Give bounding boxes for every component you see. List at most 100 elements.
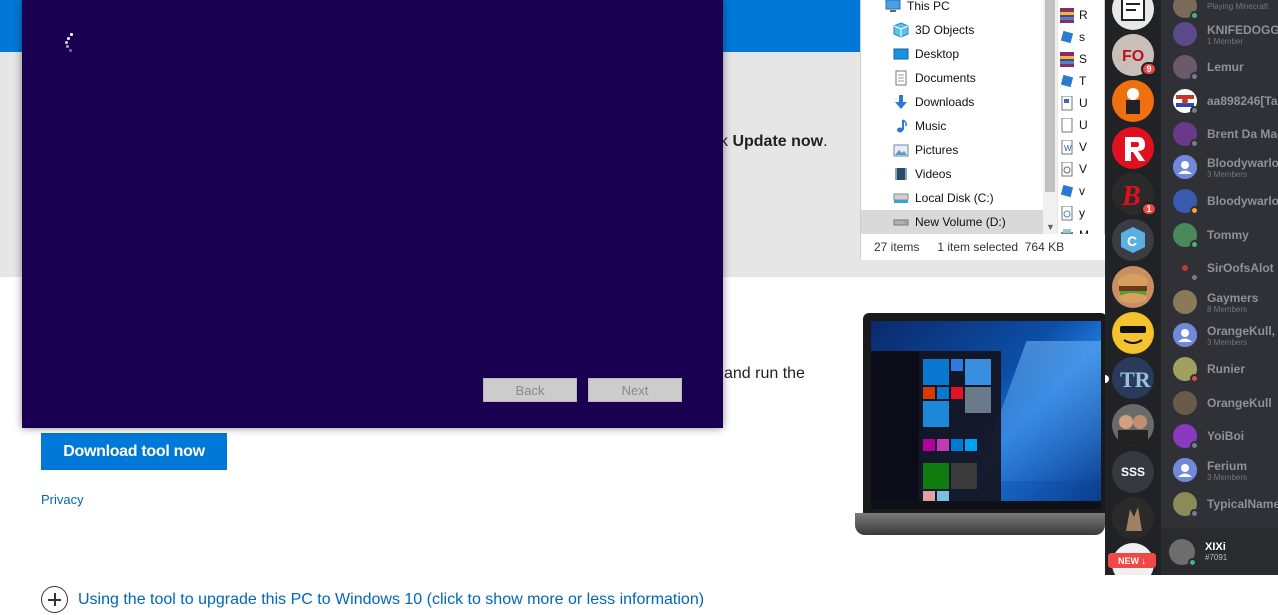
dm-item[interactable]: Brent Da Mag [1173,119,1278,149]
dm-item[interactable]: Runier [1173,354,1278,384]
file-row[interactable]: M [1060,223,1106,234]
nav-item-this-pc[interactable]: This PC [861,0,1043,18]
settings-file-icon [1061,161,1073,176]
dm-item[interactable]: Bloodywarlord [1173,186,1278,216]
server-icon[interactable] [1112,404,1154,446]
document-icon [893,70,909,86]
plus-circle-icon[interactable] [41,586,68,613]
nav-item-local-disk-c[interactable]: Local Disk (C:) [861,186,1043,210]
laptop-base [855,513,1105,535]
archive-icon [1060,7,1074,23]
scroll-down-arrow-icon[interactable]: ▼ [1046,222,1055,232]
run-instruction-text: and run the [724,365,805,382]
server-icon[interactable] [1112,312,1154,354]
upgrade-info-toggle[interactable]: Using the tool to upgrade this PC to Win… [41,586,704,613]
nav-item-3d-objects[interactable]: 3D Objects [861,18,1043,42]
drive-icon [893,214,909,230]
dm-item[interactable]: OrangeKull [1173,388,1278,418]
svg-text:TR: TR [1120,367,1152,392]
selection-size: 764 KB [1024,240,1065,254]
avatar [1173,391,1197,415]
loading-spinner-icon [62,33,78,53]
videos-icon [893,166,909,182]
start-menu-graphic [871,351,1001,503]
dm-item[interactable]: TypicalName [1173,489,1278,519]
svg-text:B: B [1121,181,1141,212]
nav-item-new-volume-d[interactable]: New Volume (D:) [861,210,1043,234]
windows-laptop-image [855,313,1107,535]
direct-messages-list: Playing Minecraft KNIFEDOGG 1 Member Lemu… [1161,0,1278,575]
file-row[interactable]: U [1060,113,1106,137]
nav-item-desktop[interactable]: Desktop [861,42,1043,66]
nav-item-pictures[interactable]: Pictures [861,138,1043,162]
server-icon[interactable] [1112,0,1154,30]
selection-info: 1 item selected 764 KB [937,240,1065,254]
file-row[interactable]: U [1060,91,1106,115]
dm-item[interactable]: Gaymers 8 Members [1173,287,1278,317]
dm-item[interactable]: Ferium 3 Members [1173,455,1278,485]
item-count: 27 items [874,240,920,254]
svg-text:FO: FO [1122,48,1144,65]
server-icon[interactable]: C [1112,219,1154,261]
nav-pane-scrollbar[interactable]: ▼ [1043,0,1057,234]
user-panel: XIXi #7091 [1161,528,1278,575]
svg-text:W: W [1064,144,1072,153]
file-list-pane: R s S T U U WV V v y M [1057,0,1106,234]
roblox-file-icon [1060,30,1074,43]
file-row[interactable]: V [1060,157,1106,181]
back-button[interactable]: Back [483,378,577,402]
avatar [1173,55,1199,81]
dm-item[interactable]: KNIFEDOGG 1 Member [1173,19,1278,49]
mention-badge: 1 [1141,202,1157,216]
server-icon[interactable] [1112,497,1154,539]
dm-item[interactable]: Bloodywarlord3 Members [1173,152,1278,182]
file-row[interactable]: T [1060,69,1106,93]
nav-item-downloads[interactable]: Downloads [861,90,1043,114]
dm-item[interactable]: Playing Minecraft [1173,0,1278,21]
new-unreads-badge[interactable]: NEW ↓ [1108,553,1156,568]
dm-item[interactable]: OrangeKull, xX3 Members [1173,320,1278,350]
group-dm-icon [1173,458,1197,482]
update-now-label: Update now [732,133,824,150]
file-row[interactable]: WV [1060,135,1106,159]
next-button[interactable]: Next [588,378,682,402]
avatar [1173,357,1199,383]
media-creation-tool-window: Back Next [22,0,723,428]
drive-icon [893,190,909,206]
dm-item[interactable]: Tommy [1173,220,1278,250]
nav-item-documents[interactable]: Documents [861,66,1043,90]
nav-item-music[interactable]: Music [861,114,1043,138]
file-row[interactable]: y [1060,201,1106,225]
roblox-file-icon [1060,74,1074,87]
scrollbar-thumb[interactable] [1045,0,1055,192]
server-icon[interactable] [1112,80,1154,122]
user-avatar[interactable] [1169,538,1197,567]
file-row[interactable]: v [1060,179,1106,203]
document-icon [1061,95,1073,110]
archive-icon [1060,51,1074,67]
navigation-pane: This PC 3D Objects Desktop Documents Dow… [861,0,1043,234]
server-icon[interactable]: TR [1112,357,1154,399]
avatar [1173,189,1199,215]
privacy-link[interactable]: Privacy [41,492,84,507]
server-icon-sss[interactable]: SSS [1112,451,1154,493]
nav-item-videos[interactable]: Videos [861,162,1043,186]
dm-item[interactable]: Lemur [1173,52,1278,82]
dm-item[interactable]: aa898246[Ta [1173,86,1278,116]
pictures-icon [893,142,909,158]
avatar [1173,424,1199,450]
user-discriminator: #7091 [1205,553,1228,562]
document-icon [1061,117,1073,132]
download-tool-button[interactable]: Download tool now [41,433,227,470]
file-row[interactable]: R [1060,3,1106,27]
dm-item[interactable]: SirOofsAlot [1173,253,1278,283]
dm-item[interactable]: YoiBoi [1173,421,1278,451]
file-row[interactable]: S [1060,47,1106,71]
server-icon[interactable] [1112,266,1154,308]
discord-server-list: FO 9 B 1 C TR SSS [1105,0,1161,585]
file-row[interactable]: s [1060,25,1106,49]
upgrade-info-link[interactable]: Using the tool to upgrade this PC to Win… [78,591,704,609]
group-dm-icon [1173,155,1197,179]
server-icon[interactable] [1112,127,1154,169]
avatar [1173,89,1199,115]
